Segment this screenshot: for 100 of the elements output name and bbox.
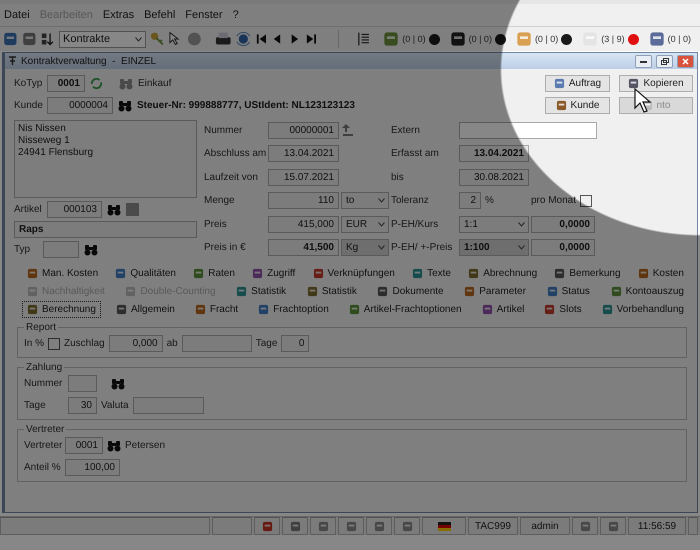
text-field[interactable]: 15.07.2021 [268,168,339,186]
action-button[interactable]: Auftrag [545,75,610,92]
close-button[interactable] [677,54,694,68]
address-line: Nis Nissen [18,123,67,135]
dropdown[interactable]: 1:1 [459,216,529,233]
tab[interactable]: Slots [539,301,587,318]
text-field[interactable]: 0000004 [47,97,113,114]
tab[interactable]: Artikel-Frachtoptionen [344,301,467,318]
text-field[interactable]: 0,000 [108,335,163,352]
tab[interactable]: Frachtoption [253,301,334,318]
restore-button[interactable] [656,54,673,68]
dropdown[interactable]: to [341,192,389,210]
text-field[interactable]: 100,00 [65,459,120,476]
group-title: Vertreter [25,424,66,435]
action-button[interactable]: Kunde [545,97,610,114]
contract-type-label: Einkauf [138,78,172,89]
globe-icon[interactable] [236,31,251,47]
tab[interactable]: Verknüpfungen [308,265,400,282]
first-page-icon[interactable] [254,32,268,46]
tab-icon [194,304,206,315]
counter-icon [383,31,400,47]
text-field[interactable] [132,397,204,414]
tab[interactable]: Zugriff [247,265,300,282]
menu-item[interactable]: Extras [102,9,134,21]
tab-icon [554,268,566,279]
address-box[interactable]: Nis Nissen Nisseweg 1 24941 Flensburg [14,120,197,198]
tab[interactable]: Vorbehandlung [596,301,689,318]
action-button[interactable]: Kopieren [619,75,693,92]
text-field[interactable]: 0001 [47,75,85,92]
tab[interactable]: Qualitäten [110,265,181,282]
menu-item[interactable]: Fenster [185,9,223,21]
tab-icon [236,286,248,297]
tab[interactable]: Fracht [190,301,244,318]
tab-icon [464,286,476,297]
binoculars-icon[interactable] [118,100,132,112]
tab[interactable]: Dokumente [372,283,449,300]
text-field[interactable]: 0,0000 [531,216,595,233]
text-field[interactable]: 0 [281,335,310,352]
text-field[interactable]: 13.04.2021 [268,145,339,162]
text-field[interactable] [459,122,597,139]
tab[interactable]: Statistik [231,283,292,300]
binoculars-icon[interactable] [111,378,125,390]
tab-icon [412,268,424,279]
tab[interactable]: Man. Kosten [22,265,104,282]
binoculars-icon[interactable] [84,244,98,256]
text-field[interactable] [43,241,79,258]
tab[interactable]: Kosten [632,265,689,282]
checkbox-label: pro Monat [531,195,576,206]
tab[interactable]: Abrechnung [463,265,542,282]
tab-icon [27,268,38,279]
menu-item[interactable]: ? [232,9,239,21]
tab[interactable]: Berechnung [22,301,101,318]
menu-item[interactable]: Datei [4,9,30,21]
minimize-button[interactable] [635,54,652,68]
counter-text: (0 | 0) [402,34,426,44]
text-field[interactable]: 41,500 [268,239,339,256]
binoculars-icon[interactable] [107,204,121,216]
text-field[interactable]: 000103 [47,201,102,218]
text-field[interactable]: 30.08.2021 [459,168,529,186]
text-field[interactable]: 00000001 [268,122,339,139]
tab-icon [348,304,360,315]
printer-icon[interactable] [215,31,232,47]
caret-icon [378,198,385,204]
tab[interactable]: Statistik [302,283,362,300]
text-field[interactable]: 13.04.2021 [459,145,529,162]
text-field[interactable] [182,335,252,352]
text-field[interactable]: 0001 [65,437,103,454]
button-icon [554,78,565,89]
dropdown[interactable]: EUR [341,216,389,233]
field-label: Tage [256,338,278,349]
tab[interactable]: Artikel [476,301,530,318]
text-field[interactable]: 30 [68,397,97,414]
numbering-icon [341,123,355,138]
tab[interactable]: Bemerkung [549,265,626,282]
tab-icon [116,304,127,315]
tab[interactable]: Kontoauszug [606,283,689,300]
last-page-icon[interactable] [305,32,318,46]
status-icon [290,520,300,532]
binoculars-icon[interactable] [107,440,121,452]
tab[interactable]: Raten [188,265,240,282]
tab-icon [546,286,558,297]
tab[interactable]: Status [542,283,595,300]
tab[interactable]: Allgemein [110,301,180,318]
text-field[interactable]: 2 [459,192,481,210]
text-field[interactable]: 110 [268,192,339,210]
tab[interactable]: Parameter [459,283,531,300]
counter-text: (0 | 0) [468,34,492,44]
checkbox[interactable] [580,194,592,207]
status-icon [580,520,590,532]
menu-item[interactable]: Befehl [144,9,176,21]
text-field[interactable]: Raps [14,221,197,238]
flag-icon [438,522,450,530]
checkbox[interactable] [48,338,60,350]
field-label: Kunde [14,100,42,111]
module-dropdown[interactable]: Kontrakte [59,30,146,48]
status-icon [608,520,618,532]
text-field[interactable] [68,375,97,392]
sort-icon[interactable] [40,31,56,47]
text-field[interactable]: 415,000 [268,216,339,233]
tab[interactable]: Texte [407,265,456,282]
